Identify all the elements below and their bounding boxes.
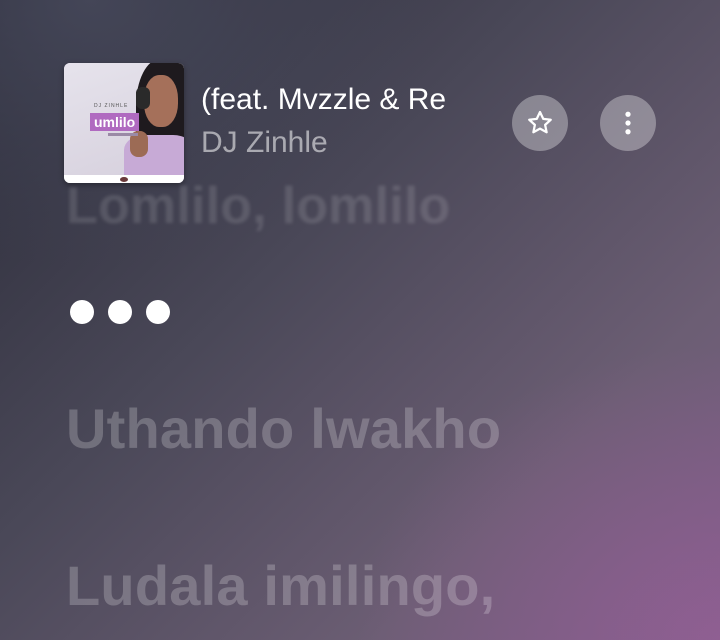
lyric-line[interactable]: Ludala imilingo, xyxy=(66,553,495,618)
lyric-line[interactable]: Uthando lwakho xyxy=(66,396,501,461)
artwork-title: umlilo xyxy=(90,113,140,131)
dot xyxy=(146,300,170,324)
dot xyxy=(108,300,132,324)
dot xyxy=(70,300,94,324)
track-title[interactable]: (feat. Mvzzle & Re xyxy=(201,82,479,118)
more-vertical-icon xyxy=(625,111,631,135)
track-artist[interactable]: DJ Zinhle xyxy=(201,124,328,162)
artwork-subtitle-bar xyxy=(108,133,138,136)
favorite-button[interactable] xyxy=(512,95,568,151)
artwork-logo xyxy=(120,177,128,182)
artwork-small-text: DJ ZINHLE xyxy=(94,103,129,109)
lyrics-wait-indicator xyxy=(70,300,170,324)
artwork-headphones xyxy=(136,87,150,109)
star-outline-icon xyxy=(528,110,552,134)
album-artwork[interactable]: DJ ZINHLE umlilo xyxy=(64,63,184,183)
lyric-previous-line[interactable]: Lomlilo, lomlilo xyxy=(66,176,451,236)
more-options-button[interactable] xyxy=(600,95,656,151)
